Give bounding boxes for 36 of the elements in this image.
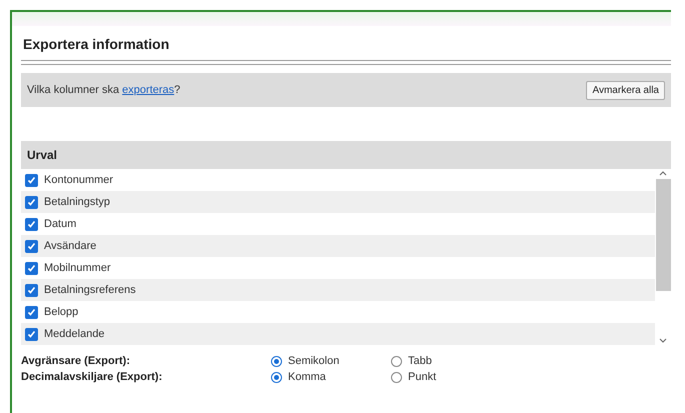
radio-label: Komma bbox=[288, 371, 326, 383]
radio-label: Semikolon bbox=[288, 355, 340, 367]
column-label: Belopp bbox=[44, 306, 78, 318]
column-label: Meddelande bbox=[44, 328, 105, 340]
page-title: Exportera information bbox=[22, 35, 170, 54]
radio-label: Punkt bbox=[408, 371, 436, 383]
radio-option[interactable]: Tabb bbox=[391, 355, 671, 367]
column-label: Betalningsreferens bbox=[44, 284, 136, 296]
checkbox[interactable] bbox=[25, 262, 38, 274]
radio-icon[interactable] bbox=[391, 372, 402, 382]
question-text: Vilka kolumner ska exporteras? bbox=[27, 84, 180, 96]
column-label: Mobilnummer bbox=[44, 262, 111, 274]
radio-icon[interactable] bbox=[271, 356, 282, 366]
option-label: Decimalavskiljare (Export): bbox=[21, 371, 164, 383]
radio-option[interactable]: Punkt bbox=[391, 371, 671, 383]
column-label: Avsändare bbox=[44, 240, 96, 252]
option-label: Avgränsare (Export): bbox=[21, 355, 132, 367]
radio-icon[interactable] bbox=[271, 372, 282, 382]
checkbox[interactable] bbox=[25, 240, 38, 252]
radio-option[interactable]: Komma bbox=[271, 371, 391, 383]
checkbox[interactable] bbox=[25, 284, 38, 296]
checkbox[interactable] bbox=[25, 306, 38, 318]
radio-option[interactable]: Semikolon bbox=[271, 355, 391, 367]
checkbox[interactable] bbox=[25, 174, 38, 186]
radio-icon[interactable] bbox=[391, 356, 402, 366]
section-header: Urval bbox=[21, 141, 671, 169]
column-label: Datum bbox=[44, 218, 76, 230]
scrollbar-thumb[interactable] bbox=[656, 179, 670, 291]
deselect-all-button[interactable]: Avmarkera alla bbox=[586, 80, 665, 100]
radio-label: Tabb bbox=[408, 355, 432, 367]
column-label: Kontonummer bbox=[44, 174, 114, 186]
checkbox[interactable] bbox=[25, 328, 38, 340]
checkbox[interactable] bbox=[25, 218, 38, 230]
checkbox[interactable] bbox=[25, 196, 38, 208]
column-label: Betalningstyp bbox=[44, 196, 110, 208]
export-link[interactable]: exporteras bbox=[122, 84, 174, 96]
